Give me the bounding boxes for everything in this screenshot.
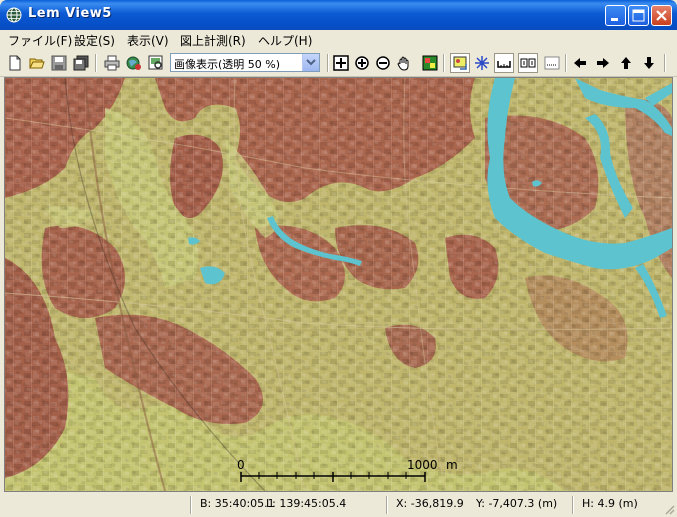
menu-bar: ファイル(F) 設定(S) 表示(V) 図上計測(R) ヘルプ(H): [0, 30, 677, 50]
terrain-map: 0 1000 m: [5, 78, 672, 491]
contour-icon: [544, 56, 560, 70]
close-icon: [656, 10, 667, 21]
scroll-up-button[interactable]: [616, 53, 636, 73]
distance-button[interactable]: [494, 53, 514, 73]
menu-view[interactable]: 表示(V): [127, 32, 169, 49]
save-as-icon: [73, 55, 89, 71]
toolbar-separator: [565, 54, 567, 72]
pan-hand-icon: [397, 56, 409, 71]
distance-icon: [497, 61, 511, 68]
scale-label-start: 0: [237, 458, 245, 472]
minimize-button[interactable]: [605, 5, 626, 26]
scale-unit: m: [446, 458, 458, 472]
web-button[interactable]: [124, 53, 144, 73]
display-mode-value: 画像表示(透明 50 %): [174, 58, 281, 71]
zoom-out-button[interactable]: [373, 53, 393, 73]
print-icon: [104, 55, 120, 71]
new-icon: [9, 55, 21, 71]
status-x-coord: X: -36,819.9: [396, 497, 464, 510]
maximize-icon: [632, 9, 645, 22]
dropdown-button[interactable]: [302, 54, 319, 71]
minimize-icon: [611, 18, 618, 21]
status-bar: B: 35:40:05.1 L: 139:45:05.4 X: -36,819.…: [0, 493, 677, 517]
pan-button[interactable]: [394, 53, 414, 73]
preview-icon: [148, 55, 163, 70]
close-button[interactable]: [651, 5, 672, 26]
grid-icon: [475, 56, 489, 70]
status-height: H: 4.9 (m): [582, 497, 638, 510]
save-icon: [51, 55, 67, 71]
layer-button[interactable]: [420, 53, 440, 73]
arrow-down-icon: [644, 57, 654, 69]
area-icon: [520, 58, 536, 68]
scroll-down-button[interactable]: [639, 53, 659, 73]
scroll-right-button[interactable]: [593, 53, 613, 73]
menu-file[interactable]: ファイル(F): [8, 32, 72, 49]
arrow-right-icon: [597, 58, 609, 68]
menu-settings[interactable]: 設定(S): [74, 32, 115, 49]
save-as-button[interactable]: [71, 53, 91, 73]
maximize-button[interactable]: [628, 5, 649, 26]
status-divider: [386, 496, 388, 514]
status-longitude: L: 139:45:05.4: [266, 497, 347, 510]
toolbar-separator: [443, 54, 445, 72]
scroll-left-button[interactable]: [570, 53, 590, 73]
preview-button[interactable]: [146, 53, 166, 73]
area-button[interactable]: [518, 53, 538, 73]
open-icon: [29, 58, 45, 69]
arrow-up-icon: [621, 57, 631, 69]
web-icon: [126, 56, 141, 70]
toolbar: [0, 50, 677, 77]
chevron-down-icon: [306, 59, 316, 66]
map-view[interactable]: 0 1000 m: [4, 77, 673, 492]
zoom-in-icon: [355, 56, 369, 70]
image-toggle-icon: [453, 56, 467, 70]
grid-button[interactable]: [472, 53, 492, 73]
status-divider: [190, 496, 192, 514]
status-latitude: B: 35:40:05.1: [200, 497, 275, 510]
print-button[interactable]: [102, 53, 122, 73]
contour-button[interactable]: [542, 53, 562, 73]
new-button[interactable]: [5, 53, 25, 73]
display-mode-select[interactable]: 画像表示(透明 50 %): [170, 53, 320, 72]
zoom-out-icon: [376, 56, 390, 70]
toolbar-separator: [664, 54, 666, 72]
zoom-all-button[interactable]: [331, 53, 351, 73]
globe-app-icon: [6, 7, 22, 23]
scale-label-end: 1000: [407, 458, 438, 472]
zoom-in-button[interactable]: [352, 53, 372, 73]
window-title: Lem View5: [28, 6, 112, 21]
toolbar-separator: [327, 54, 329, 72]
menu-measure[interactable]: 図上計測(R): [180, 32, 246, 49]
menu-help[interactable]: ヘルプ(H): [258, 32, 312, 49]
zoom-all-icon: [333, 55, 349, 71]
layer-icon: [422, 55, 438, 71]
open-button[interactable]: [27, 53, 47, 73]
status-y-coord: Y: -7,407.3 (m): [476, 497, 558, 510]
arrow-left-icon: [574, 58, 586, 68]
status-divider: [572, 496, 574, 514]
toolbar-separator: [95, 54, 97, 72]
save-button[interactable]: [49, 53, 69, 73]
resize-grip-icon[interactable]: [663, 503, 675, 515]
image-toggle-button[interactable]: [450, 53, 470, 73]
title-bar[interactable]: Lem View5: [0, 0, 677, 30]
